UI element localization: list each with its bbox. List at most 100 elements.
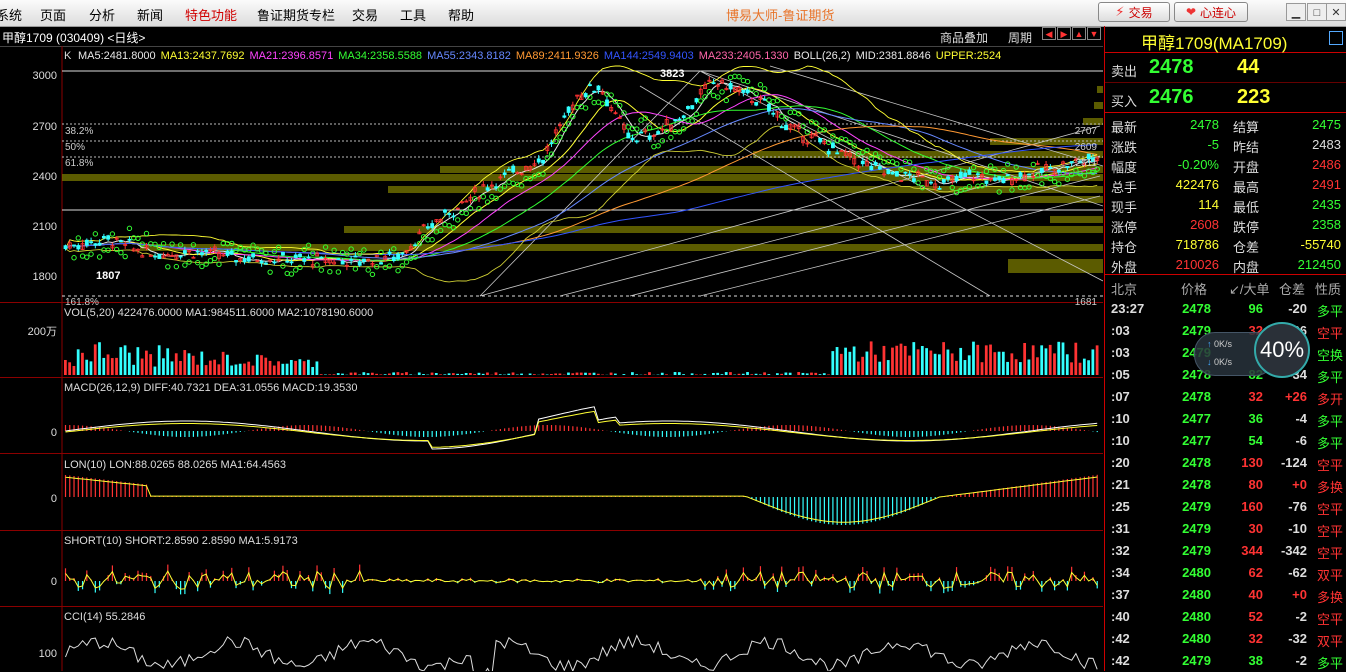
vol-bar xyxy=(1045,348,1048,375)
tick-time: :20 xyxy=(1111,455,1130,470)
tick-oi-change: -62 xyxy=(1288,565,1307,580)
candle-body xyxy=(584,93,587,96)
menu-help[interactable]: 帮助 xyxy=(448,5,474,24)
app-title: 博易大师-鲁证期货 xyxy=(726,5,834,24)
tick-nature: 多平 xyxy=(1317,653,1343,672)
sar-dot xyxy=(583,106,587,110)
menu-analysis[interactable]: 分析 xyxy=(89,5,115,24)
tick-time: :10 xyxy=(1111,433,1130,448)
overlay-link[interactable]: 商品叠加 xyxy=(940,29,988,46)
vol-bar xyxy=(136,347,139,375)
sar-dot xyxy=(328,270,332,274)
sar-dot xyxy=(72,256,76,260)
quote-row: 持仓 718786 仓差 -55740 xyxy=(1105,234,1346,254)
ticks-header-oi: 仓差 xyxy=(1279,279,1305,298)
tick-row[interactable]: :42 2479 38 -2 多平 xyxy=(1105,649,1346,671)
minimize-icon[interactable]: ▁ xyxy=(1286,3,1306,21)
vol-bar xyxy=(354,373,357,375)
candle-body xyxy=(563,116,566,117)
level-label: 1681 xyxy=(1075,297,1098,308)
ma-legend-item: BOLL(26,2) xyxy=(794,50,851,62)
heart-button[interactable]: ❤ 心连心 xyxy=(1174,2,1248,22)
fib-label: 38.2% xyxy=(65,126,93,137)
vol-bar xyxy=(512,372,515,375)
tick-oi-change: -10 xyxy=(1288,521,1307,536)
tick-price: 2477 xyxy=(1182,433,1211,448)
sar-dot xyxy=(600,102,604,106)
price-panel-label: K xyxy=(64,50,72,62)
candle-body xyxy=(878,167,881,169)
vol-bar xyxy=(269,361,272,375)
vol-bar xyxy=(273,366,276,375)
vol-bar xyxy=(695,374,698,375)
ma-legend-item: MA55:2343.8182 xyxy=(427,50,511,62)
candle-body xyxy=(695,99,698,102)
bid-price: 2476 xyxy=(1149,86,1194,109)
sar-dot xyxy=(639,118,643,122)
vol-bar xyxy=(797,372,800,375)
tick-volume: 344 xyxy=(1241,543,1263,558)
tick-row[interactable]: :40 2480 52 -2 空平 xyxy=(1105,605,1346,627)
tick-price: 2478 xyxy=(1182,301,1211,316)
tick-row[interactable]: :31 2479 30 -10 空平 xyxy=(1105,517,1346,539)
candle-body xyxy=(252,254,255,257)
vol-bar xyxy=(878,362,881,375)
candle-body xyxy=(1057,170,1060,172)
period-link[interactable]: 周期 xyxy=(1008,29,1032,46)
vol-bar xyxy=(286,364,289,375)
tick-nature: 多平 xyxy=(1317,433,1343,452)
candle-body xyxy=(77,246,80,249)
quote-row: 幅度 -0.20% 开盘 2486 xyxy=(1105,154,1346,174)
trade-button[interactable]: ⚡ 交易 xyxy=(1098,2,1170,22)
tick-row[interactable]: :37 2480 40 +0 多换 xyxy=(1105,583,1346,605)
tick-volume: 160 xyxy=(1241,499,1263,514)
vol-bar xyxy=(541,373,544,375)
close-icon[interactable]: ✕ xyxy=(1326,3,1346,21)
ma-legend-item: MA5:2481.8000 xyxy=(78,50,156,62)
speed-widget[interactable]: ↑ 0K/s ↓ 0K/s 40% xyxy=(1194,322,1312,382)
kline-chart[interactable]: K MA5:2481.8000MA13:2437.7692MA21:2396.8… xyxy=(0,46,1103,671)
tick-row[interactable]: :20 2478 130 -124 空平 xyxy=(1105,451,1346,473)
vol-bar xyxy=(635,374,638,375)
tick-row[interactable]: :42 2480 32 -32 双平 xyxy=(1105,627,1346,649)
vol-bar xyxy=(925,348,928,375)
ma-legend-item: MA233:2405.1330 xyxy=(699,50,789,62)
vol-bar xyxy=(900,344,903,375)
menu-special[interactable]: 特色功能 xyxy=(185,5,237,24)
vol-bar xyxy=(371,373,374,375)
candle-body xyxy=(350,259,353,260)
sar-dot xyxy=(647,126,651,130)
nav-left-icon[interactable]: ◀ xyxy=(1042,27,1056,40)
tick-row[interactable]: :21 2478 80 +0 多换 xyxy=(1105,473,1346,495)
vol-bar xyxy=(333,374,336,375)
tick-row[interactable]: :34 2480 62 -62 双平 xyxy=(1105,561,1346,583)
menu-page[interactable]: 页面 xyxy=(40,5,66,24)
menu-tools[interactable]: 工具 xyxy=(400,5,426,24)
vol-bar xyxy=(401,373,404,375)
menu-trade[interactable]: 交易 xyxy=(352,5,378,24)
maximize-icon[interactable]: □ xyxy=(1307,3,1327,21)
tick-nature: 双平 xyxy=(1317,565,1343,584)
tick-row[interactable]: :07 2478 32 +26 多开 xyxy=(1105,385,1346,407)
tick-row[interactable]: :25 2479 160 -76 空平 xyxy=(1105,495,1346,517)
vol-bar xyxy=(712,373,715,375)
tick-row[interactable]: :10 2477 36 -4 多平 xyxy=(1105,407,1346,429)
panel-toggle-icon[interactable] xyxy=(1329,31,1343,45)
tick-row[interactable]: 23:27 2478 96 -20 多平 xyxy=(1105,297,1346,319)
candle-body xyxy=(874,162,877,164)
menu-luzheng-column[interactable]: 鲁证期货专栏 xyxy=(257,5,335,24)
tick-oi-change: -4 xyxy=(1295,411,1307,426)
nav-right-icon[interactable]: ▶ xyxy=(1057,27,1071,40)
menu-system[interactable]: 系统 xyxy=(0,5,22,24)
tick-row[interactable]: :32 2479 344 -342 空平 xyxy=(1105,539,1346,561)
vol-bar xyxy=(68,362,71,375)
menu-news[interactable]: 新闻 xyxy=(137,5,163,24)
candle-body xyxy=(448,214,451,215)
nav-zoom-in-icon[interactable]: ▲ xyxy=(1072,27,1086,40)
tick-nature: 空平 xyxy=(1317,499,1343,518)
candle-body xyxy=(904,172,907,173)
quote-value: 210026 xyxy=(1176,257,1219,272)
nav-zoom-out-icon[interactable]: ▼ xyxy=(1087,27,1101,40)
candle-body xyxy=(1019,173,1022,177)
tick-row[interactable]: :10 2477 54 -6 多平 xyxy=(1105,429,1346,451)
